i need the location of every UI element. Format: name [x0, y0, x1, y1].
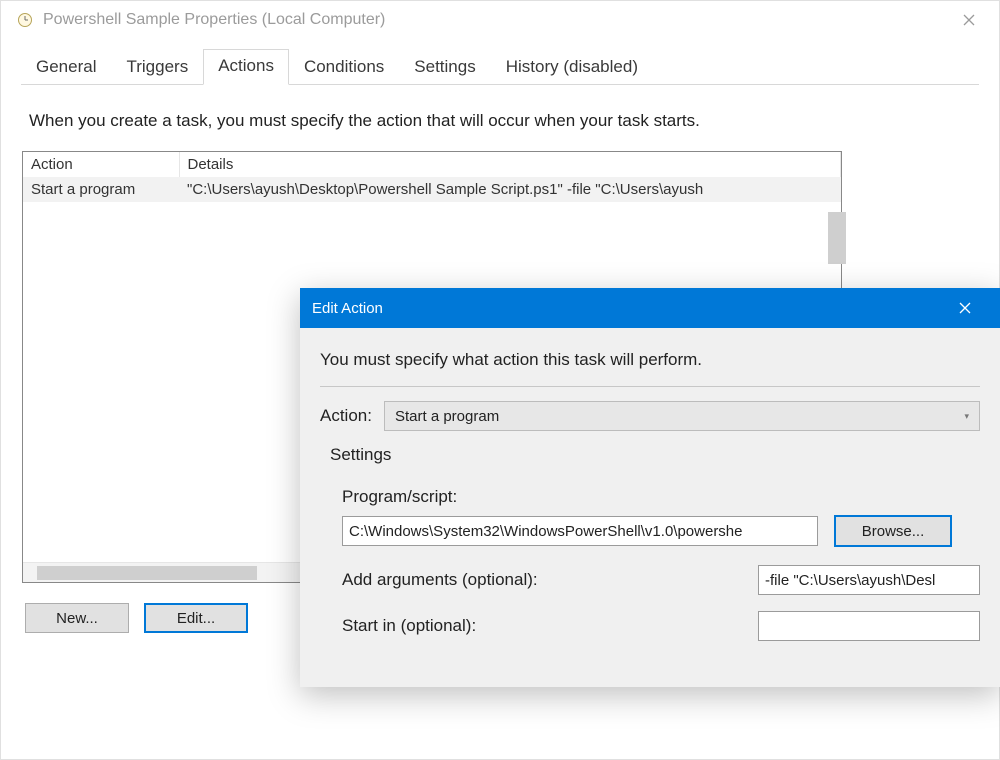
settings-group: Settings Program/script: Browse... Add a…: [330, 445, 980, 641]
startin-input[interactable]: [758, 611, 980, 641]
arguments-row: Add arguments (optional):: [342, 565, 980, 595]
window-title: Powershell Sample Properties (Local Comp…: [43, 11, 385, 29]
program-script-input[interactable]: [342, 516, 818, 546]
table-row[interactable]: Start a program "C:\Users\ayush\Desktop\…: [23, 177, 841, 202]
edit-description: You must specify what action this task w…: [320, 350, 980, 370]
arguments-input[interactable]: [758, 565, 980, 595]
browse-button[interactable]: Browse...: [834, 515, 952, 547]
vertical-scrollbar[interactable]: [828, 212, 846, 264]
cell-details: "C:\Users\ayush\Desktop\Powershell Sampl…: [179, 177, 841, 202]
tab-triggers[interactable]: Triggers: [111, 50, 203, 85]
action-row: Action: Start a program ▾: [320, 401, 980, 431]
action-dropdown[interactable]: Start a program ▾: [384, 401, 980, 431]
edit-action-dialog: Edit Action You must specify what action…: [300, 288, 1000, 687]
chevron-down-icon: ▾: [964, 411, 969, 422]
arguments-label: Add arguments (optional):: [342, 570, 538, 590]
column-header-details[interactable]: Details: [179, 152, 841, 177]
settings-heading: Settings: [330, 445, 980, 465]
edit-dialog-title: Edit Action: [312, 300, 383, 317]
tab-history[interactable]: History (disabled): [491, 50, 653, 85]
cell-action: Start a program: [23, 177, 179, 202]
actions-description: When you create a task, you must specify…: [25, 111, 975, 151]
edit-button[interactable]: Edit...: [144, 603, 248, 633]
program-row: Browse...: [342, 515, 980, 547]
titlebar: Powershell Sample Properties (Local Comp…: [1, 1, 999, 39]
tab-strip: General Triggers Actions Conditions Sett…: [21, 45, 979, 85]
close-button[interactable]: [949, 1, 989, 39]
tab-general[interactable]: General: [21, 50, 111, 85]
divider: [320, 386, 980, 387]
task-scheduler-icon: [17, 12, 33, 28]
startin-label: Start in (optional):: [342, 616, 476, 636]
column-header-action[interactable]: Action: [23, 152, 179, 177]
action-label: Action:: [320, 406, 372, 426]
edit-close-button[interactable]: [942, 288, 988, 328]
edit-dialog-body: You must specify what action this task w…: [300, 328, 1000, 687]
tab-conditions[interactable]: Conditions: [289, 50, 399, 85]
tab-settings[interactable]: Settings: [399, 50, 490, 85]
action-dropdown-value: Start a program: [395, 408, 499, 425]
new-button[interactable]: New...: [25, 603, 129, 633]
program-label: Program/script:: [342, 487, 980, 507]
tab-actions[interactable]: Actions: [203, 49, 289, 85]
edit-titlebar: Edit Action: [300, 288, 1000, 328]
scrollbar-thumb[interactable]: [37, 566, 257, 580]
startin-row: Start in (optional):: [342, 611, 980, 641]
